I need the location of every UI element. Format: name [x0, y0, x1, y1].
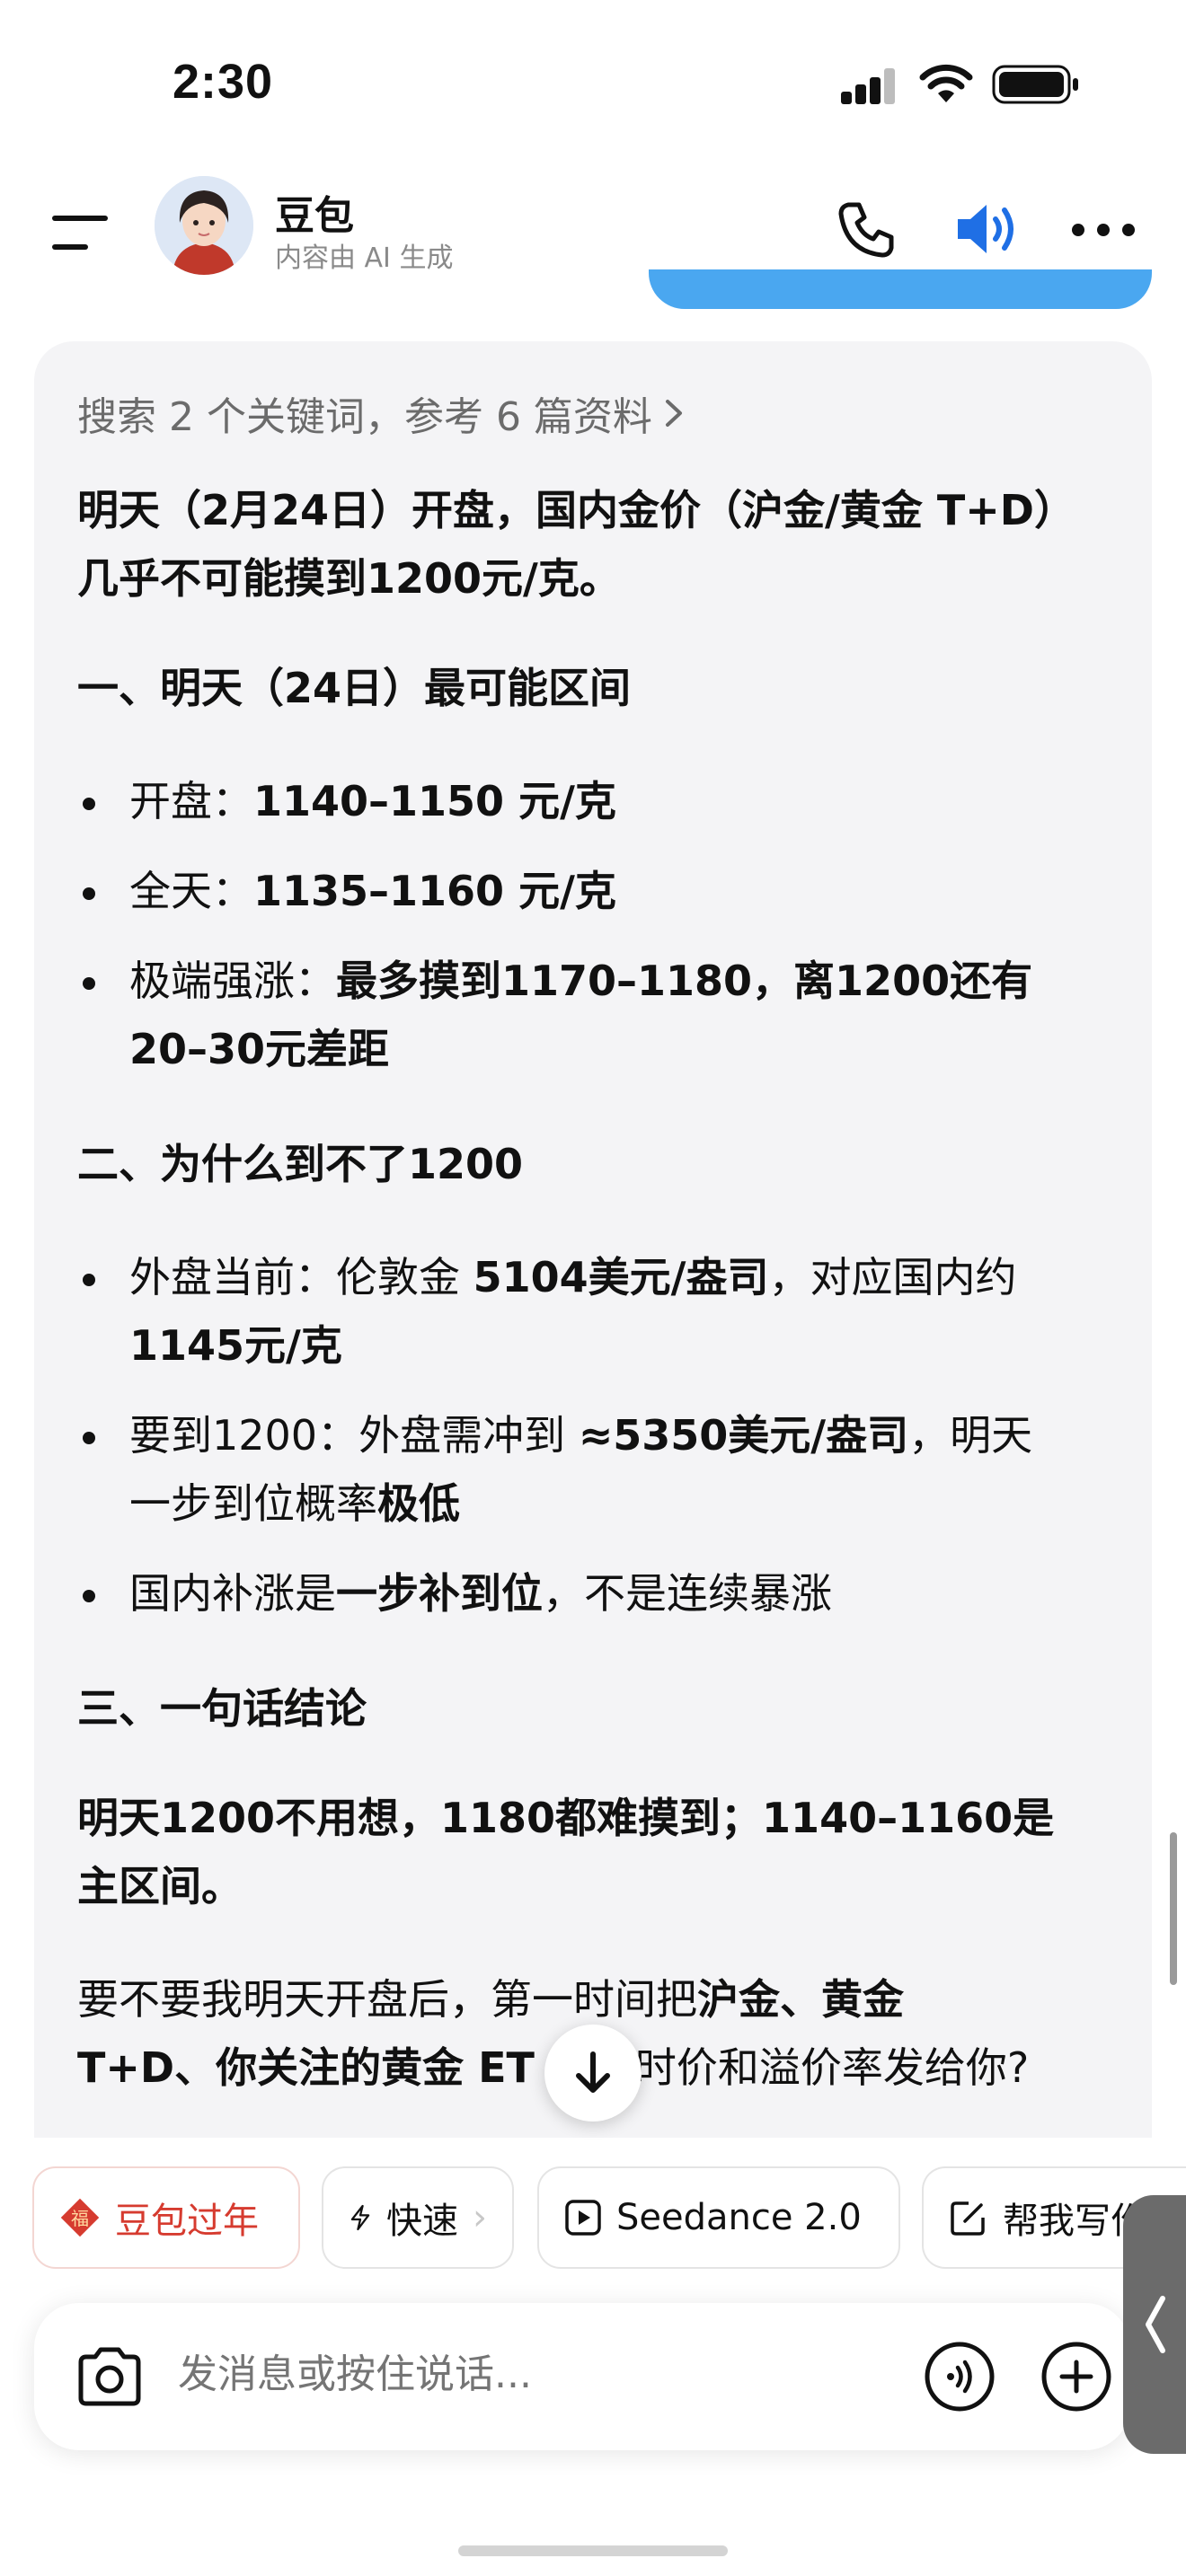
item-prefix: 要到1200：外盘需冲到: [129, 1411, 579, 1460]
menu-icon[interactable]: [52, 210, 110, 255]
list-item: 国内补涨是一步补到位，不是连续暴涨: [77, 1559, 1111, 1628]
chip-fast-mode[interactable]: 快速 ›: [322, 2166, 514, 2269]
item-bold: 一步补到位: [336, 1569, 543, 1618]
chevron-left-icon: [1146, 2296, 1165, 2353]
item-bold: 5104美元/盎司: [473, 1253, 769, 1301]
fortune-icon: 福: [60, 2198, 100, 2237]
search-summary-link[interactable]: 搜索 2 个关键词，参考 6 篇资料: [77, 384, 685, 442]
item-label: 全天：: [129, 867, 253, 915]
item-suffix: ，不是连续暴涨: [543, 1569, 832, 1618]
message-input[interactable]: [178, 2351, 807, 2397]
scroll-to-bottom-button[interactable]: [544, 2025, 642, 2122]
chevron-right-icon: [665, 400, 682, 427]
message-composer: [34, 2303, 1130, 2450]
item-value: 1135–1160 元/克: [253, 867, 616, 915]
play-icon: [565, 2200, 601, 2236]
camera-icon[interactable]: [74, 2342, 146, 2411]
item-label: 开盘：: [129, 777, 253, 825]
battery-icon: [992, 65, 1078, 104]
avatar[interactable]: [155, 176, 253, 275]
item-bold: ≈5350美元/盎司: [578, 1411, 909, 1460]
phone-icon[interactable]: [836, 198, 898, 260]
list-item: 开盘：1140–1150 元/克: [77, 767, 1111, 835]
chip-seedance[interactable]: Seedance 2.0: [537, 2166, 900, 2269]
scrollbar[interactable]: [1170, 1832, 1177, 1985]
arrow-down-icon: [576, 2051, 610, 2093]
item-suffix: ，对应国内约: [768, 1253, 1017, 1301]
item-value-continued: 20–30元差距: [129, 1025, 390, 1073]
chip-label: 快速: [386, 2201, 458, 2242]
status-time: 2:30: [173, 55, 274, 109]
section3-heading: 三、一句话结论: [77, 1684, 367, 1733]
lightning-icon: [350, 2204, 370, 2231]
edit-icon: [951, 2201, 985, 2236]
user-message-bubble: [649, 269, 1152, 309]
quick-action-chips: 福 豆包过年 快速 › Seedance 2.0 帮我写作: [32, 2166, 1186, 2269]
item-value: 最多摸到1170–1180，离1200还有: [336, 957, 1033, 1005]
followup-prefix: 要不要我明天开盘后，第一时间把: [77, 1975, 697, 2024]
conclusion-line-1: 明天1200不用想，1180都难摸到；1140–1160是: [77, 1794, 1055, 1842]
chip-doubao-new-year[interactable]: 福 豆包过年: [32, 2166, 300, 2269]
speaker-icon[interactable]: [952, 198, 1021, 260]
answer-intro: 明天（2月24日）开盘，国内金价（沪金/黄金 T+D） 几乎不可能摸到1200元…: [77, 476, 1111, 613]
conclusion-line-2: 主区间。: [77, 1862, 243, 1910]
section1-heading: 一、明天（24日）最可能区间: [77, 664, 632, 712]
voice-input-icon[interactable]: [924, 2341, 996, 2413]
chip-overflow-chevron-icon: ›: [473, 2197, 487, 2238]
list-item: 外盘当前：伦敦金 5104美元/盎司，对应国内约 1145元/克: [77, 1243, 1111, 1380]
intro-line-2: 几乎不可能摸到1200元/克。: [77, 554, 621, 603]
chip-label: 豆包过年: [115, 2201, 259, 2242]
svg-text:福: 福: [71, 2208, 89, 2229]
followup-bold-continued: T+D、你关注的黄金 ET: [77, 2043, 535, 2092]
section2-heading: 二、为什么到不了1200: [77, 1140, 524, 1188]
chip-label: Seedance 2.0: [616, 2197, 862, 2238]
item-label: 极端强涨：: [129, 957, 336, 1005]
side-panel-handle[interactable]: [1123, 2195, 1186, 2454]
item-bold-continued: 1145元/克: [129, 1321, 342, 1370]
search-summary-text: 搜索 2 个关键词，参考 6 篇资料: [77, 394, 652, 440]
item-prefix: 外盘当前：伦敦金: [129, 1253, 474, 1301]
followup-bold: 沪金、黄金: [697, 1975, 904, 2024]
home-indicator[interactable]: [458, 2545, 728, 2556]
status-bar: 2:30: [0, 0, 1186, 171]
list-item: 全天：1135–1160 元/克: [77, 857, 1111, 925]
assistant-avatar-icon: [155, 176, 253, 275]
intro-line-1: 明天（2月24日）开盘，国内金价（沪金/黄金 T+D）: [77, 486, 1075, 534]
list-item: 要到1200：外盘需冲到 ≈5350美元/盎司，明天 一步到位概率极低: [77, 1401, 1111, 1538]
item-prefix-continued: 一步到位概率: [129, 1479, 377, 1528]
plus-icon[interactable]: [1040, 2341, 1112, 2413]
item-suffix: ，明天: [908, 1411, 1033, 1460]
more-options-icon[interactable]: [1071, 221, 1136, 239]
item-prefix: 国内补涨是: [129, 1569, 336, 1618]
list-item: 极端强涨：最多摸到1170–1180，离1200还有 20–30元差距: [77, 947, 1111, 1083]
ai-disclaimer: 内容由 AI 生成: [275, 243, 454, 274]
wifi-icon: [919, 64, 973, 102]
assistant-name: 豆包: [275, 193, 354, 239]
item-bold-continued: 极低: [377, 1479, 460, 1528]
conclusion: 明天1200不用想，1180都难摸到；1140–1160是 主区间。: [77, 1784, 1111, 1920]
item-value: 1140–1150 元/克: [253, 777, 616, 825]
cellular-signal-icon: [841, 68, 897, 104]
followup-suffix: 实时价和溢价率发给你?: [593, 2043, 1030, 2092]
